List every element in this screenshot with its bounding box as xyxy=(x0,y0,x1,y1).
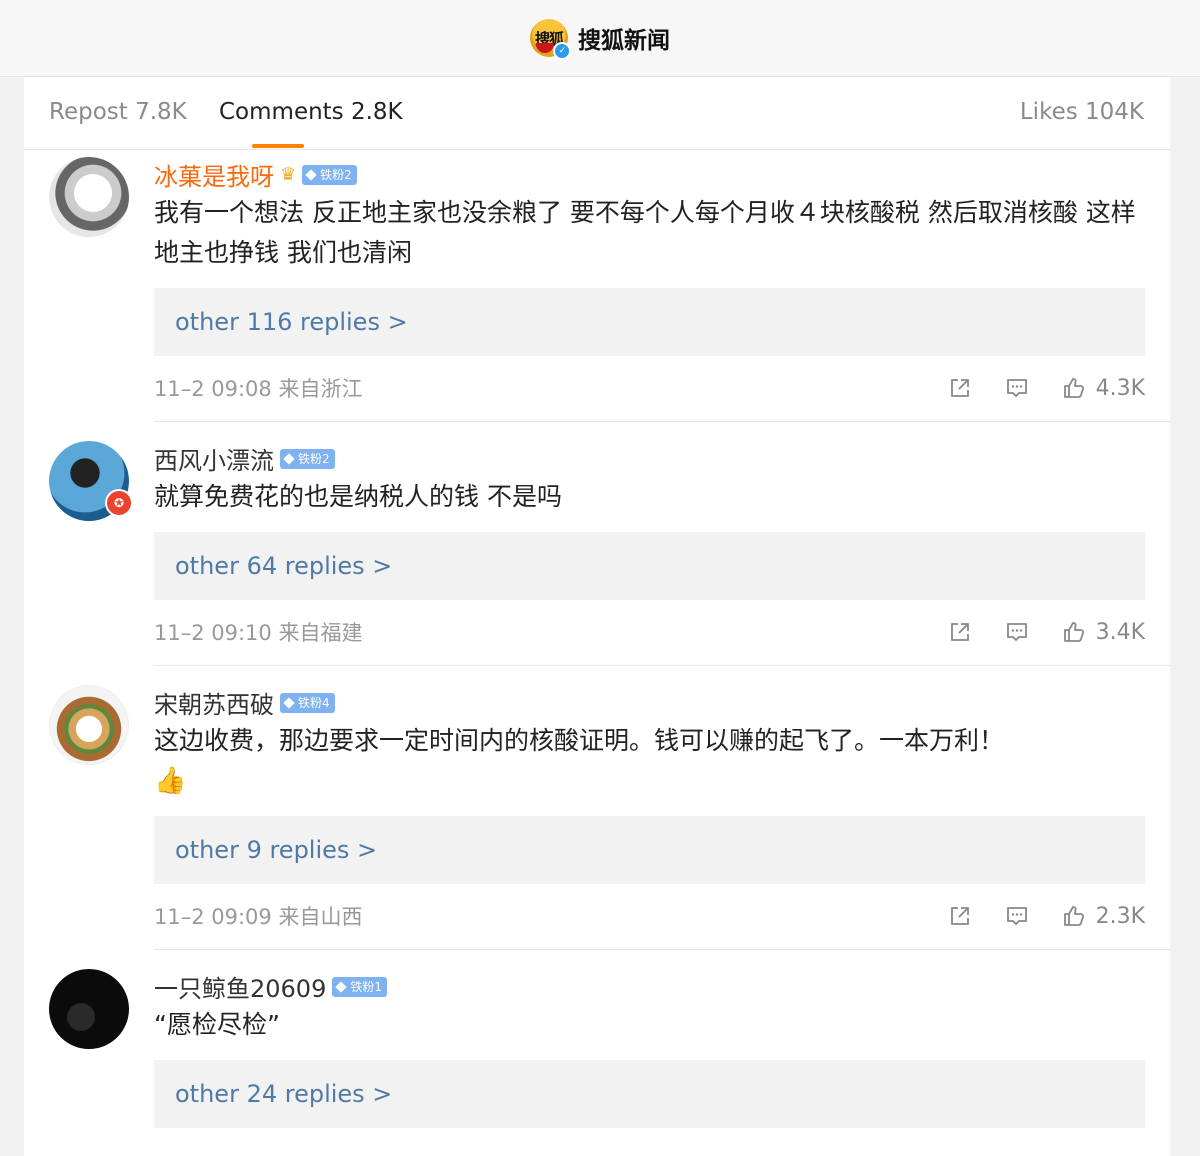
like-count: 3.4K xyxy=(1095,619,1145,645)
like-count: 2.3K xyxy=(1095,903,1145,929)
comment-text: 就算免费花的也是纳税人的钱 不是吗 xyxy=(154,482,562,511)
share-icon[interactable] xyxy=(948,376,972,400)
share-icon[interactable] xyxy=(948,620,972,644)
reply-icon[interactable] xyxy=(1005,376,1029,400)
star-badge-icon: ✪ xyxy=(105,489,133,517)
replies-link[interactable]: other 24 replies > xyxy=(154,1060,1145,1128)
avatar[interactable] xyxy=(49,969,129,1049)
tab-bar: Repost 7.8K Comments 2.8K Likes 104K xyxy=(24,77,1170,150)
divider xyxy=(154,949,1170,950)
comment-text: 这边收费，那边要求一定时间内的核酸证明。钱可以赚的起飞了。一本万利！ 👍 xyxy=(154,726,1005,796)
replies-link[interactable]: other 116 replies > xyxy=(154,288,1145,356)
fan-badge: 铁粉2 xyxy=(280,448,335,469)
account-name: 搜狐新闻 xyxy=(578,28,670,54)
username[interactable]: 冰菓是我呀 xyxy=(154,157,274,192)
fan-badge: 铁粉1 xyxy=(332,976,387,997)
tab-repost[interactable]: Repost 7.8K xyxy=(49,99,187,125)
sohu-logo-icon: 搜狐 ✓ xyxy=(530,19,571,60)
divider xyxy=(154,421,1170,422)
thumbs-up-icon[interactable] xyxy=(1062,620,1086,644)
comments-panel: Repost 7.8K Comments 2.8K Likes 104K 冰菓是… xyxy=(24,77,1170,1156)
fan-badge: 铁粉4 xyxy=(280,692,335,713)
replies-link[interactable]: other 9 replies > xyxy=(154,816,1145,884)
comment-meta: 11–2 09:08 来自浙江 xyxy=(154,377,363,401)
username[interactable]: 宋朝苏西破 xyxy=(154,685,274,720)
tab-comments[interactable]: Comments 2.8K xyxy=(219,99,403,125)
username[interactable]: 西风小漂流 xyxy=(154,441,274,476)
fan-badge: 铁粉2 xyxy=(302,164,357,185)
avatar[interactable] xyxy=(49,685,129,765)
replies-link[interactable]: other 64 replies > xyxy=(154,532,1145,600)
comment-meta: 11–2 09:10 来自福建 xyxy=(154,621,363,645)
verified-icon: ✓ xyxy=(553,42,571,60)
username[interactable]: 一只鲸鱼20609 xyxy=(154,969,326,1004)
tab-likes[interactable]: Likes 104K xyxy=(1020,99,1144,125)
share-icon[interactable] xyxy=(948,904,972,928)
reply-icon[interactable] xyxy=(1005,620,1029,644)
account-header[interactable]: 搜狐 ✓ 搜狐新闻 xyxy=(530,19,670,60)
top-bar: 搜狐 ✓ 搜狐新闻 xyxy=(0,0,1200,77)
avatar[interactable] xyxy=(49,157,129,237)
comment-text: 我有一个想法 反正地主家也没余粮了 要不每个人每个月收４块核酸税 然后取消核酸 … xyxy=(154,198,1136,267)
thumbs-up-icon[interactable] xyxy=(1062,376,1086,400)
reply-icon[interactable] xyxy=(1005,904,1029,928)
comment-text: “愿检尽检” xyxy=(154,1010,280,1039)
crown-icon: ♛ xyxy=(280,164,297,185)
like-count: 4.3K xyxy=(1095,375,1145,401)
divider xyxy=(154,665,1170,666)
thumbs-up-icon[interactable] xyxy=(1062,904,1086,928)
thumbs-up-emoji: 👍 xyxy=(154,766,187,796)
comment-meta: 11–2 09:09 来自山西 xyxy=(154,905,363,929)
active-tab-indicator xyxy=(252,144,304,148)
